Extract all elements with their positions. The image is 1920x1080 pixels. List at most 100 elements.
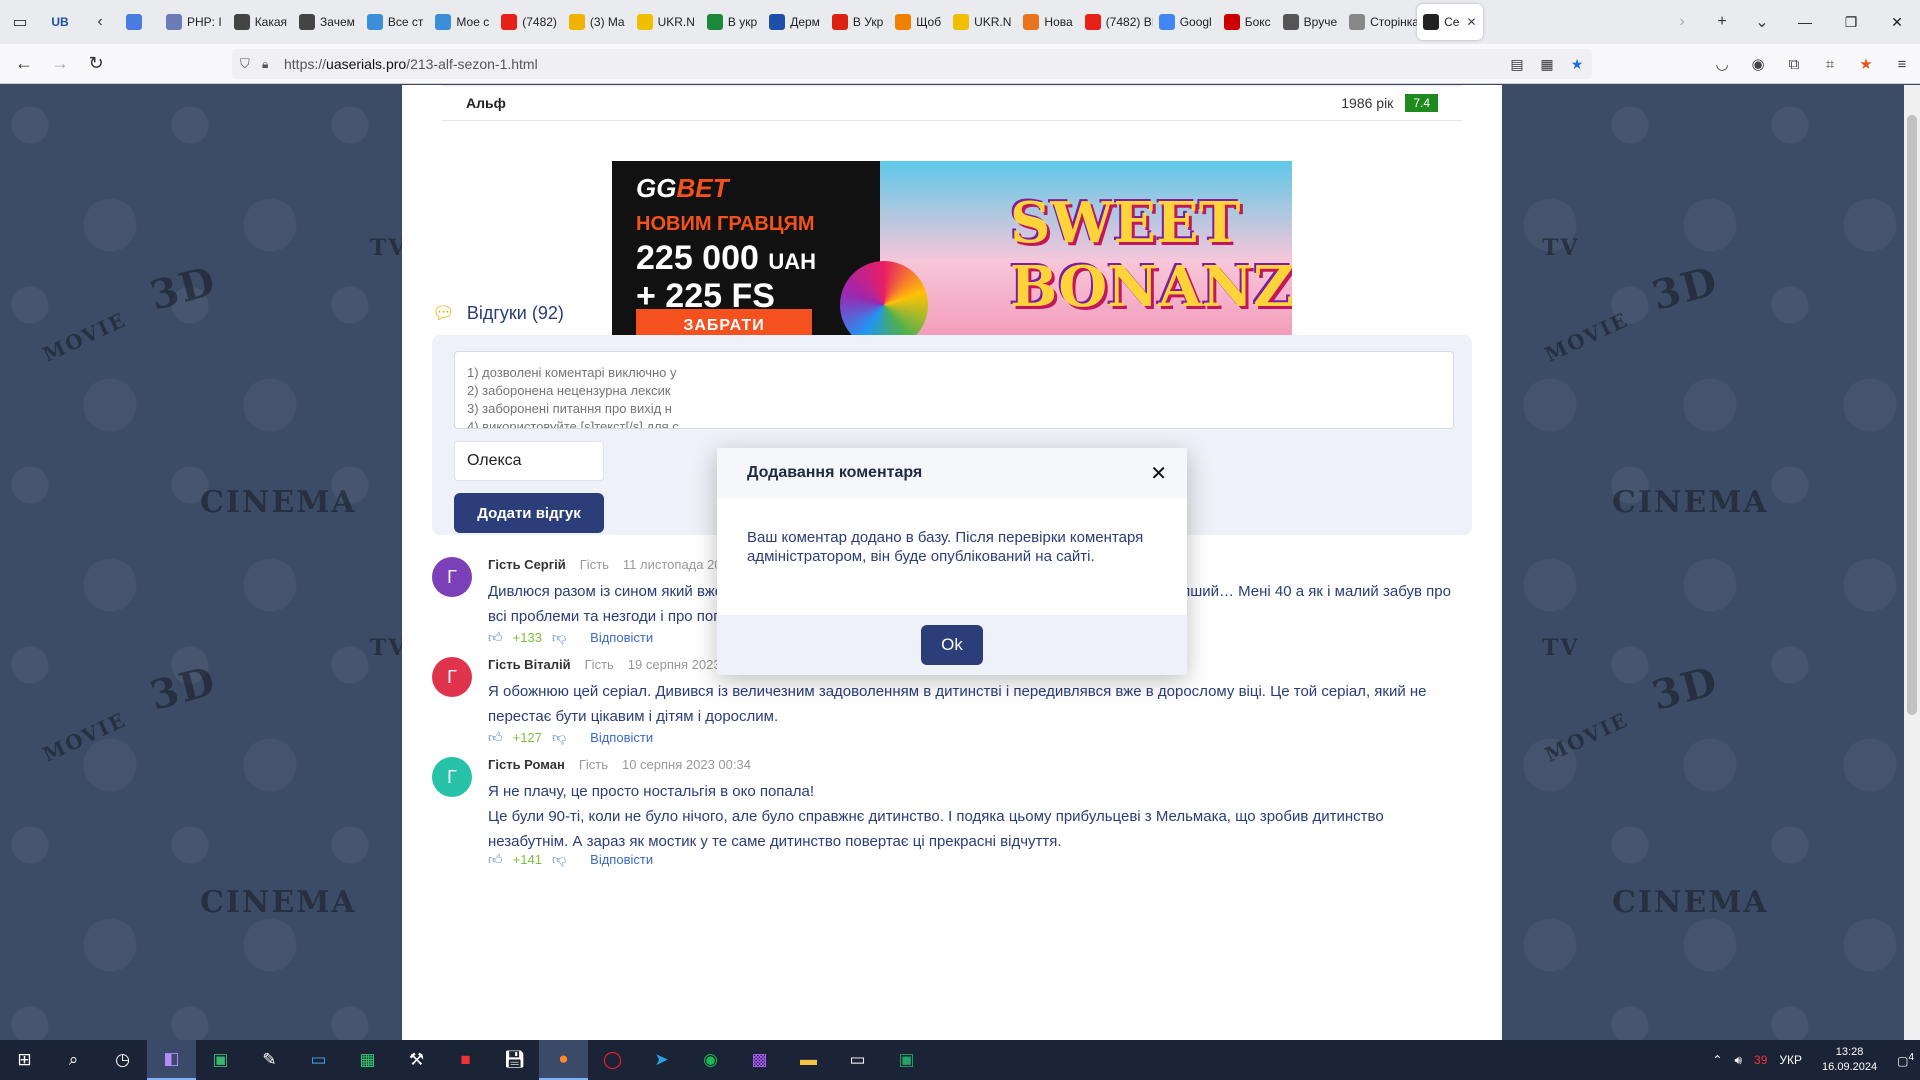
thumb-down-icon[interactable]: 👎︎: [552, 851, 566, 868]
back-icon[interactable]: ←: [6, 48, 42, 80]
tab-label: (7482): [522, 15, 557, 29]
show-title[interactable]: Альф: [466, 95, 1341, 111]
browser-tab[interactable]: Googl: [1153, 4, 1218, 40]
browser-tab[interactable]: Бокс: [1218, 4, 1277, 40]
reply-link[interactable]: Відповісти: [590, 630, 653, 645]
pycharm-icon[interactable]: ▦: [343, 1040, 392, 1080]
reader-view-icon[interactable]: ▤: [1502, 56, 1532, 73]
browser-tab[interactable]: В Укр: [826, 4, 889, 40]
browser-tab[interactable]: [120, 4, 160, 40]
tab-favicon-icon: [1349, 14, 1366, 30]
scrollbar-thumb[interactable]: [1907, 115, 1917, 715]
scroll-tabs-left-icon[interactable]: ‹: [80, 0, 120, 44]
chevron-up-icon[interactable]: ⌃: [1706, 1053, 1728, 1067]
comment-textarea[interactable]: [454, 351, 1454, 429]
thumb-down-icon[interactable]: 👎︎: [552, 729, 566, 746]
comment-role: Гість: [584, 657, 614, 672]
close-tab-icon[interactable]: ✕: [1466, 15, 1476, 29]
browser-tab[interactable]: (7482) ВІДТВО: [1079, 4, 1153, 40]
browser-tab[interactable]: (3) Ma: [563, 4, 631, 40]
telegram-icon[interactable]: ➤: [637, 1040, 686, 1080]
browser-tab[interactable]: Какая: [228, 4, 293, 40]
extension-star-icon[interactable]: ★: [1848, 55, 1884, 73]
browser-tab[interactable]: Щоб: [889, 4, 947, 40]
start-icon[interactable]: ⊞: [0, 1040, 49, 1080]
menu-icon[interactable]: ≡: [1884, 56, 1920, 73]
language-indicator[interactable]: УКР: [1773, 1053, 1808, 1067]
lock-icon[interactable]: 🔒︎: [262, 57, 284, 72]
browser-tab[interactable]: В укр: [701, 4, 763, 40]
new-tab-icon[interactable]: +: [1702, 0, 1742, 44]
file-explorer-icon[interactable]: ▬: [784, 1040, 833, 1080]
thumb-up-icon[interactable]: 👍︎: [488, 851, 503, 868]
browser-tab[interactable]: UKR.N: [631, 4, 701, 40]
browser-tab[interactable]: Вруче: [1277, 4, 1343, 40]
tab-favicon-icon: [1223, 14, 1240, 30]
tab-overview-icon[interactable]: ▭: [0, 0, 40, 44]
extensions-icon[interactable]: ⧉: [1776, 56, 1812, 73]
browser-tab[interactable]: Дерм: [763, 4, 826, 40]
url-text[interactable]: https://uaserials.pro/213-alf-sezon-1.ht…: [284, 56, 538, 72]
close-window-icon[interactable]: ✕: [1874, 0, 1920, 44]
search-icon[interactable]: ⌕: [49, 1040, 98, 1080]
tool-icon[interactable]: ⚒: [392, 1040, 441, 1080]
thumb-up-icon[interactable]: 👍︎: [488, 629, 503, 646]
ad-banner[interactable]: GGBET НОВИМ ГРАВЦЯМ 225 000 UAH + 225 FS …: [612, 161, 1292, 361]
volume-icon[interactable]: 🔊︎: [1728, 1053, 1748, 1068]
thumb-down-icon[interactable]: 👎︎: [552, 629, 566, 646]
tab-list-dropdown-icon[interactable]: ⌄: [1742, 0, 1782, 44]
terminal-icon[interactable]: ▣: [196, 1040, 245, 1080]
paint-icon[interactable]: ✎: [245, 1040, 294, 1080]
phpstorm-icon[interactable]: ▩: [735, 1040, 784, 1080]
browser-tab[interactable]: Се ✕: [1417, 4, 1483, 40]
firefox-icon[interactable]: ●: [539, 1040, 588, 1080]
page-scrollbar[interactable]: [1904, 85, 1920, 1040]
url-bar[interactable]: ⛉ 🔒︎ https://uaserials.pro/213-alf-sezon…: [232, 49, 1592, 79]
account-icon[interactable]: ◉: [1740, 55, 1776, 73]
reply-link[interactable]: Відповісти: [590, 730, 653, 745]
tab-favicon-icon: [568, 14, 585, 30]
browser-tab[interactable]: PHP: I: [160, 4, 228, 40]
forward-icon[interactable]: →: [42, 48, 78, 80]
browser-tab[interactable]: Нова: [1017, 4, 1078, 40]
browser-tab[interactable]: Все ст: [361, 4, 430, 40]
reload-icon[interactable]: ↻: [78, 48, 114, 80]
browser-tab[interactable]: Зачем: [293, 4, 361, 40]
excel-icon[interactable]: ▣: [882, 1040, 931, 1080]
browser-tab[interactable]: Мое с: [429, 4, 495, 40]
browser-tab[interactable]: (7482): [495, 4, 563, 40]
visual-studio-icon[interactable]: ◧: [147, 1040, 196, 1080]
crop-icon[interactable]: ⌗: [1812, 56, 1848, 73]
tray-badge[interactable]: 39: [1748, 1053, 1773, 1067]
add-review-button[interactable]: Додати відгук: [454, 493, 604, 533]
ua-bookmark-icon[interactable]: UB: [40, 0, 80, 44]
like-count: +127: [512, 730, 542, 745]
notification-icon[interactable]: ▢4: [1891, 1052, 1920, 1068]
scroll-tabs-right-icon[interactable]: ›: [1662, 0, 1702, 44]
close-icon[interactable]: ✕: [1150, 461, 1167, 486]
reply-link[interactable]: Відповісти: [590, 852, 653, 867]
bookmark-star-icon[interactable]: ★: [1562, 56, 1592, 73]
ok-button[interactable]: Ok: [921, 625, 983, 665]
name-input[interactable]: Олекса: [454, 441, 604, 481]
console-icon[interactable]: ▭: [833, 1040, 882, 1080]
pocket-icon[interactable]: ◡: [1704, 55, 1740, 73]
spotify-icon[interactable]: ◉: [686, 1040, 735, 1080]
minimize-icon[interactable]: —: [1782, 0, 1828, 44]
clock-app-icon[interactable]: ◷: [98, 1040, 147, 1080]
browser-tab[interactable]: Сторінка: [1343, 4, 1417, 40]
red-app-icon[interactable]: ■: [441, 1040, 490, 1080]
qr-code-icon[interactable]: ▦: [1532, 56, 1562, 73]
window-app-icon[interactable]: ▭: [294, 1040, 343, 1080]
browser-tab[interactable]: UKR.N: [947, 4, 1017, 40]
thumb-up-icon[interactable]: 👍︎: [488, 729, 503, 746]
comment-actions: 👍︎ +127 👎︎ Відповісти: [488, 729, 653, 746]
related-show-row[interactable]: Альф 1986 рік 7.4: [442, 85, 1462, 121]
restore-icon[interactable]: ❐: [1828, 0, 1874, 44]
comment-meta: Гість Роман Гість 10 серпня 2023 00:34: [488, 757, 751, 772]
windows-taskbar: ⊞ ⌕ ◷ ◧ ▣ ✎ ▭ ▦ ⚒ ■ 💾︎ ● ◯ ➤ ◉ ▩ ▬ ▭ ▣ ⌃…: [0, 1040, 1920, 1080]
clock[interactable]: 13:28 16.09.2024: [1808, 1045, 1891, 1075]
shield-icon[interactable]: ⛉: [240, 56, 262, 72]
save-app-icon[interactable]: 💾︎: [490, 1040, 539, 1080]
opera-icon[interactable]: ◯: [588, 1040, 637, 1080]
